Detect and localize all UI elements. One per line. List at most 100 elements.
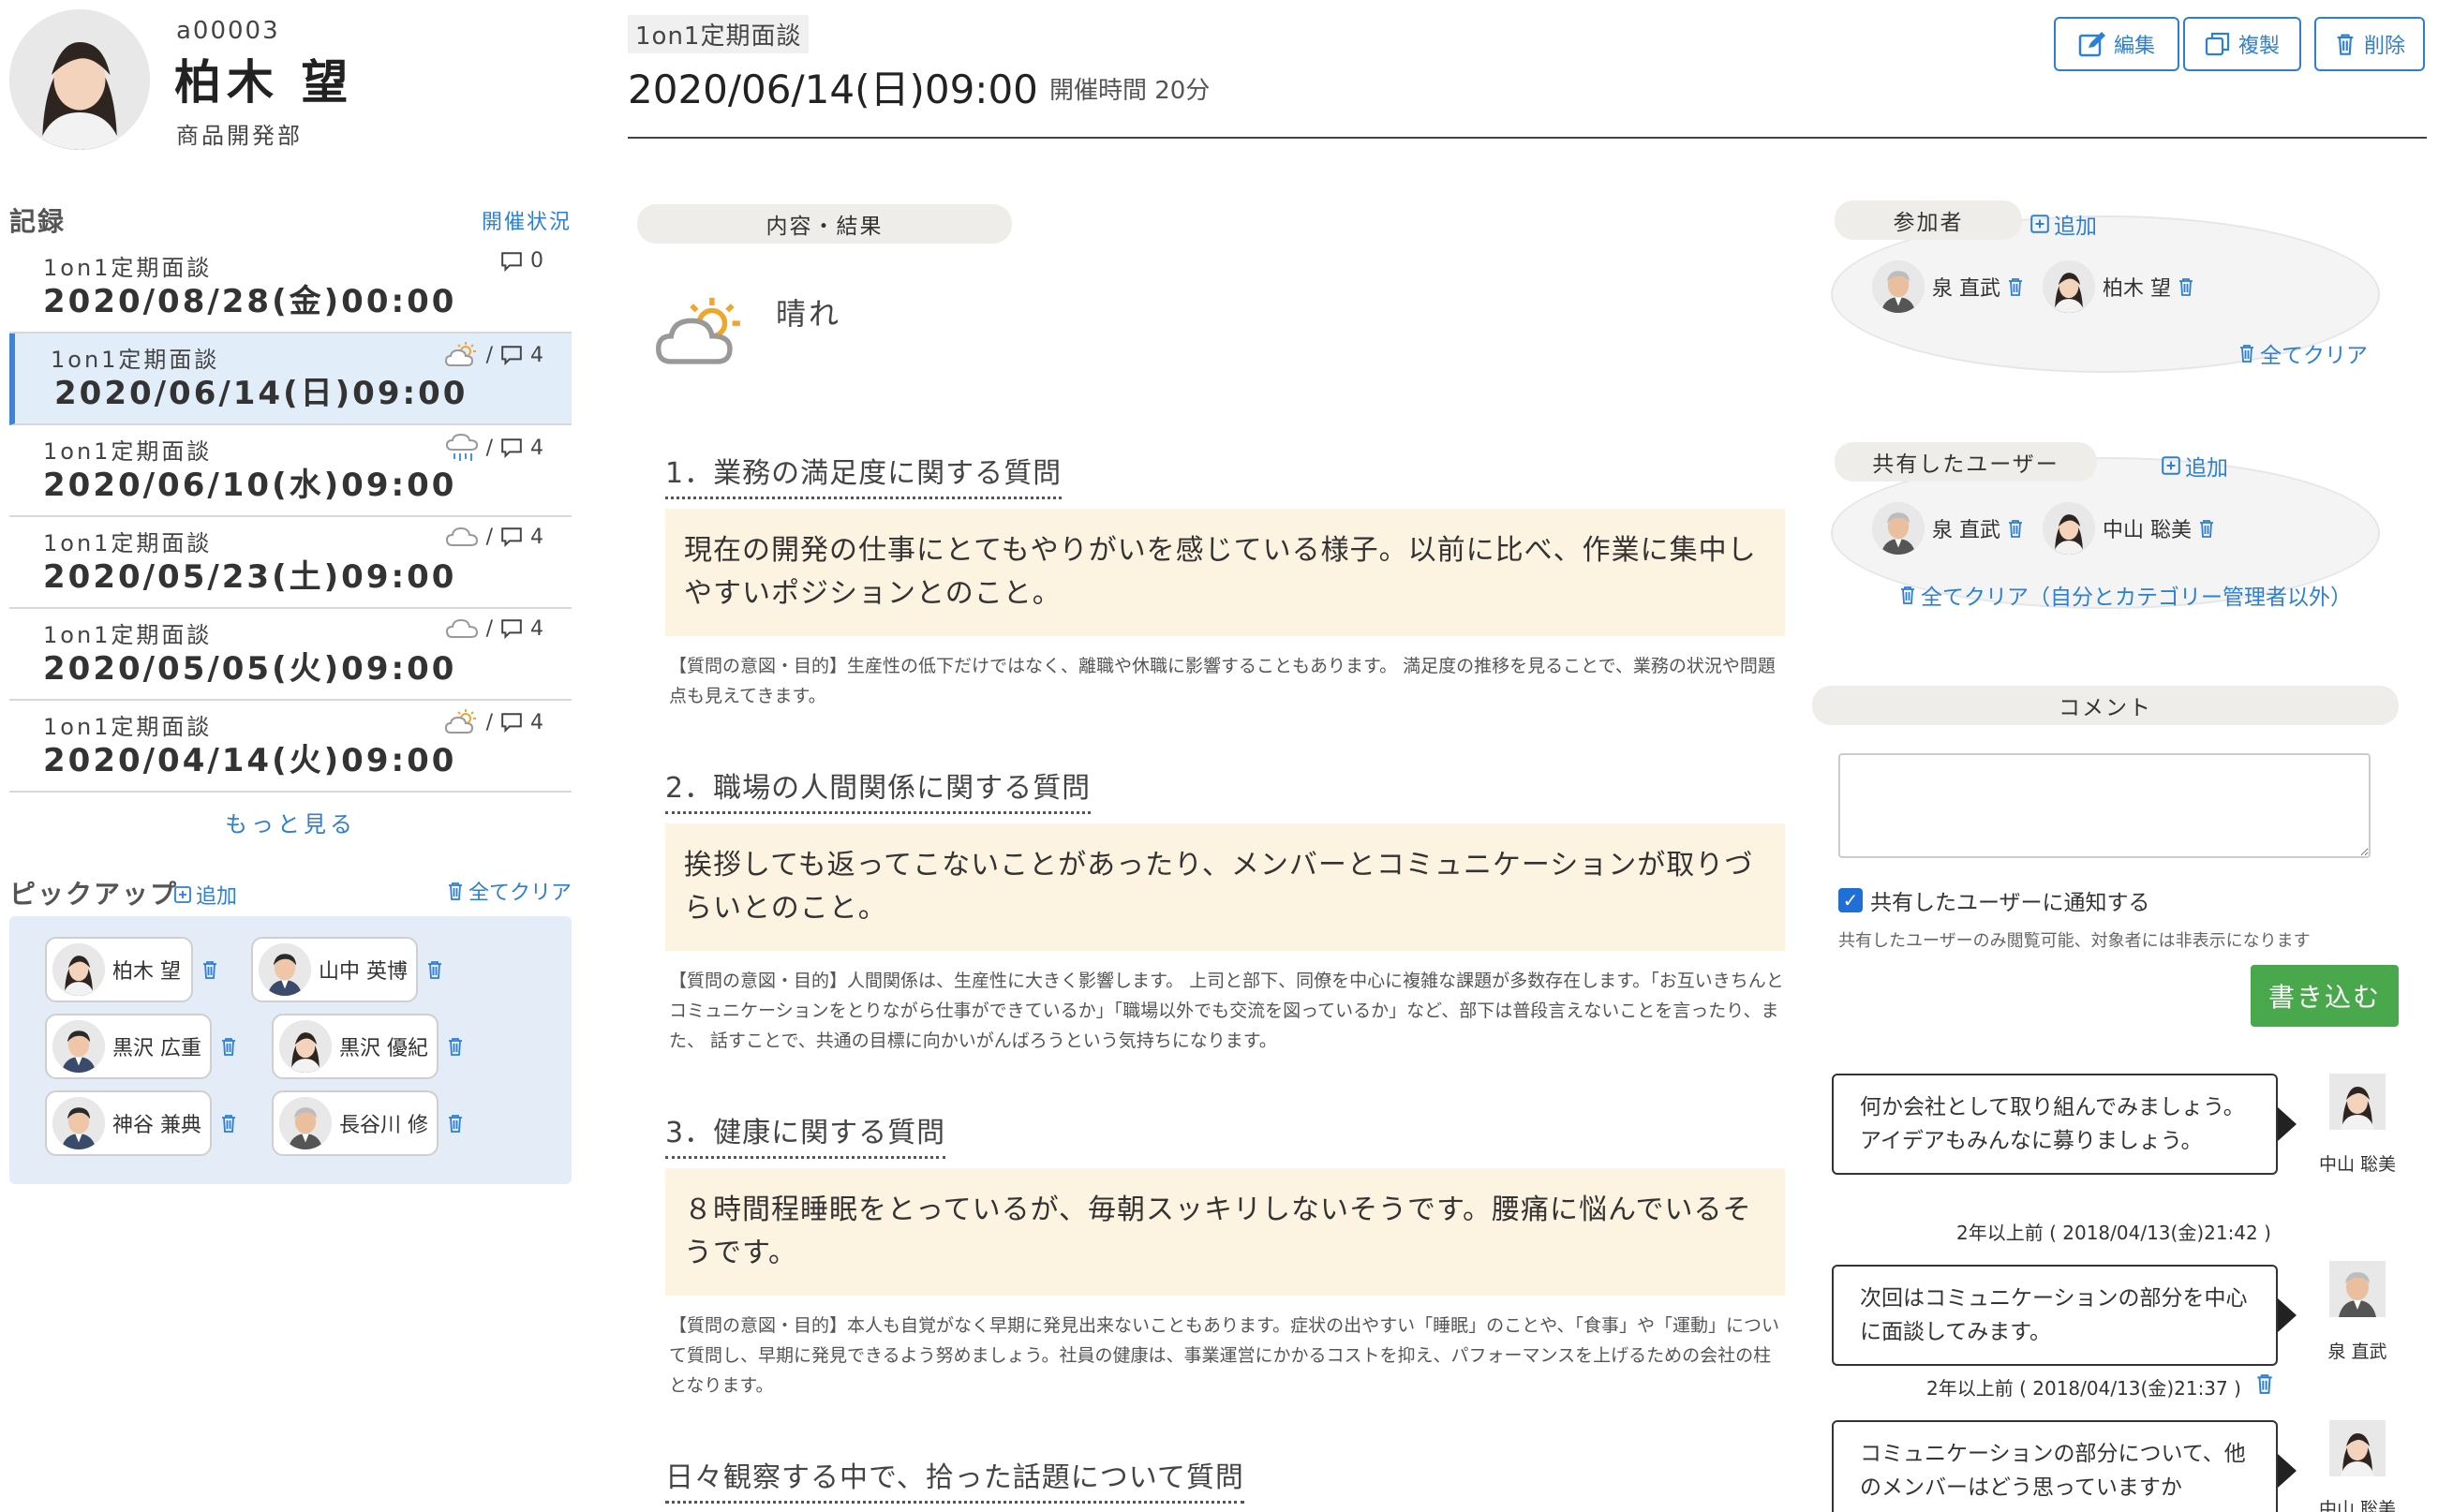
comment-input[interactable] [1838, 753, 2371, 858]
avatar [52, 1020, 105, 1073]
trash-icon[interactable] [2197, 518, 2216, 539]
trash-icon[interactable] [219, 1113, 238, 1134]
notify-label: 共有したユーザーに通知する [1870, 891, 2150, 915]
comment-icon [500, 618, 523, 639]
meeting-duration: 開催時間 20分 [1049, 77, 1211, 105]
comment-icon [500, 712, 523, 733]
show-more-link[interactable]: もっと見る [9, 806, 572, 838]
question-answer: 現在の開発の仕事にとてもやりがいを感じている様子。以前に比べ、作業に集中しやすい… [665, 509, 1785, 636]
pickup-person-chip[interactable]: 黒沢 優紀 [272, 1014, 439, 1079]
avatar-image [9, 9, 150, 150]
employee-name: 柏木 望 [174, 55, 354, 110]
avatar-image [259, 943, 311, 996]
record-item[interactable]: 1on1定期面談 2020/08/28(金)00:00 0 [9, 242, 572, 334]
participants-clear-button[interactable]: 全てクリア [2237, 337, 2368, 369]
trash-icon[interactable] [446, 1113, 465, 1134]
comment-count: 4 [530, 343, 543, 367]
record-meta: / 4 [445, 525, 543, 549]
shared-users-add-button[interactable]: 追加 [2161, 450, 2228, 482]
avatar-image [2043, 502, 2095, 555]
record-date: 2020/08/28(金)00:00 [43, 283, 457, 320]
record-item[interactable]: 1on1定期面談 2020/05/05(火)09:00 / 4 [9, 609, 572, 701]
trash-icon[interactable] [2006, 276, 2025, 297]
edit-button[interactable]: 編集 [2054, 17, 2179, 71]
record-item-active[interactable]: 1on1定期面談 2020/06/14(日)09:00 / 4 [9, 334, 572, 425]
avatar-image [1872, 260, 1925, 313]
submit-comment-button[interactable]: 書き込む [2251, 965, 2399, 1027]
participants-add-button[interactable]: 追加 [2029, 208, 2097, 240]
shared-users-clear-button[interactable]: 全てクリア（自分とカテゴリー管理者以外） [1898, 579, 2352, 611]
person-name: 中山 聡美 [2103, 519, 2192, 542]
avatar-image [279, 1020, 332, 1073]
comment-icon [500, 437, 523, 458]
person-name: 黒沢 優紀 [339, 1037, 428, 1060]
participants-label: 参加者 [1835, 200, 2022, 240]
comment-count: 4 [530, 710, 543, 734]
pickup-person-chip[interactable]: 黒沢 広重 [45, 1014, 212, 1079]
comment-icon [500, 251, 523, 272]
records-header: 記録 開催状況 [9, 201, 572, 239]
pickup-clear-button[interactable]: 全てクリア [446, 876, 572, 906]
record-item[interactable]: 1on1定期面談 2020/04/14(火)09:00 / 4 [9, 701, 572, 793]
comment-bubble: コミュニケーションの部分について、他のメンバーはどう思っていますか [1832, 1420, 2297, 1512]
question-answer: 挨拶しても返ってこないことがあったり、メンバーとコミュニケーションが取りづらいと… [665, 823, 1785, 951]
delete-label: 削除 [2363, 35, 2405, 58]
person-name: 柏木 望 [112, 960, 181, 984]
pickup-person-chip[interactable]: 神谷 兼典 [45, 1090, 212, 1156]
question-block: 日々観察する中で、拾った話題について質問 [665, 1454, 1785, 1504]
question-title: 2．職場の人間関係に関する質問 [665, 764, 1092, 814]
comment-count: 0 [530, 249, 543, 273]
comment-count: 4 [530, 436, 543, 460]
avatar [259, 943, 311, 996]
person-name: 泉 直武 [1932, 277, 2000, 301]
avatar [2329, 1420, 2386, 1476]
trash-icon[interactable] [201, 959, 219, 980]
sunny-cloudy-icon [656, 295, 748, 372]
edit-label: 編集 [2113, 35, 2155, 58]
employee-id: a00003 [176, 17, 280, 45]
trash-icon[interactable] [2254, 1371, 2275, 1396]
header-divider [628, 137, 2427, 139]
comment-author: 中山 聡美 [2318, 1499, 2397, 1512]
pickup-person-chip[interactable]: 山中 英博 [251, 937, 418, 1002]
trash-icon[interactable] [425, 959, 444, 980]
trash-icon[interactable] [2006, 518, 2025, 539]
meta-separator: / [485, 616, 493, 641]
question-note: 【質問の意図・目的】人間関係は、生産性に大きく影響します。 上司と部下、同僚を中… [669, 971, 1784, 1051]
status-link[interactable]: 開催状況 [482, 205, 572, 235]
comment-count: 4 [530, 525, 543, 549]
copy-label: 複製 [2237, 35, 2280, 58]
plus-icon [2161, 455, 2181, 476]
notify-checkbox-row[interactable]: ✓ 共有したユーザーに通知する [1838, 884, 2150, 916]
meta-separator: / [485, 710, 493, 734]
rain-icon [445, 433, 479, 463]
pickup-person-chip[interactable]: 長谷川 修 [272, 1090, 439, 1156]
record-item[interactable]: 1on1定期面談 2020/06/10(水)09:00 / 4 [9, 425, 572, 517]
meta-separator: / [485, 436, 493, 460]
sunny-cloudy-icon [445, 341, 479, 369]
pickup-add-button[interactable]: 追加 [173, 880, 237, 910]
avatar [279, 1020, 332, 1073]
question-title: 1．業務の満足度に関する質問 [665, 450, 1063, 499]
avatar-image [1872, 502, 1925, 555]
record-item[interactable]: 1on1定期面談 2020/05/23(土)09:00 / 4 [9, 517, 572, 609]
shared-users-clear-label: 全てクリア（自分とカテゴリー管理者以外） [1921, 586, 2352, 610]
pickup-person-chip[interactable]: 柏木 望 [45, 937, 193, 1002]
question-note: 【質問の意図・目的】本人も自覚がなく早期に発見出来ないこともあります。症状の出や… [669, 1315, 1780, 1396]
avatar [52, 1097, 105, 1149]
record-meta: / 4 [445, 433, 543, 463]
copy-button[interactable]: 複製 [2183, 17, 2301, 71]
participant: 泉 直武 [1872, 260, 2025, 313]
question-answer: ８時間程睡眠をとっているが、毎朝スッキリしないそうです。腰痛に悩んでいるそうです… [665, 1168, 1785, 1296]
record-meta: / 4 [445, 341, 543, 369]
trash-icon[interactable] [219, 1036, 238, 1057]
trash-icon[interactable] [446, 1036, 465, 1057]
cloud-icon [445, 525, 479, 549]
notify-checkbox[interactable]: ✓ [1838, 888, 1863, 912]
comment-icon [500, 345, 523, 365]
trash-icon[interactable] [2177, 276, 2195, 297]
delete-button[interactable]: 削除 [2314, 17, 2425, 71]
avatar-image [52, 1097, 105, 1149]
record-date: 2020/04/14(火)09:00 [43, 742, 457, 779]
avatar [2329, 1261, 2386, 1317]
